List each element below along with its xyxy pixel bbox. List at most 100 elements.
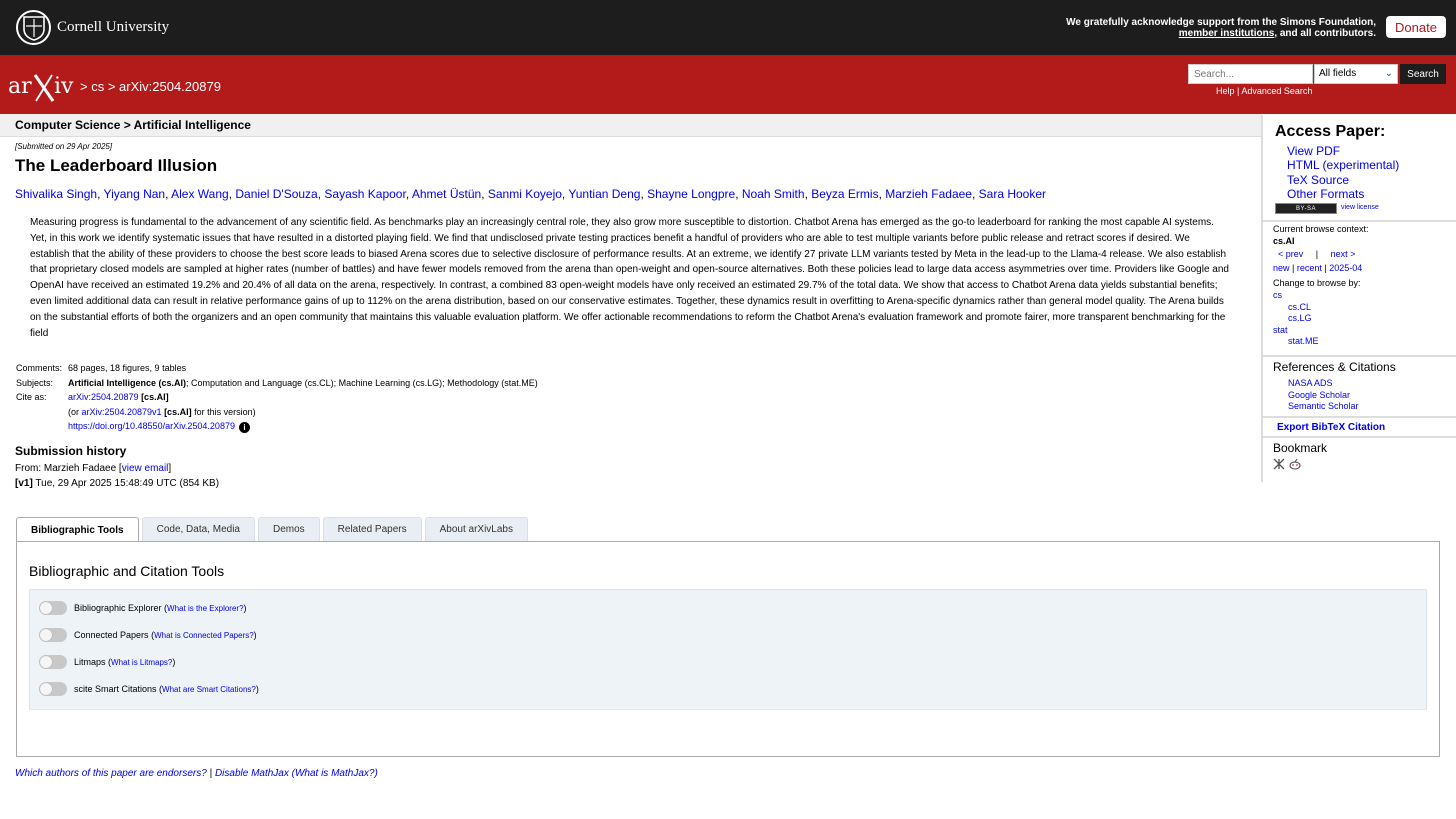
new-link[interactable]: new xyxy=(1273,263,1290,273)
bibsonomy-icon[interactable] xyxy=(1273,458,1285,470)
tools-title: Bibliographic and Citation Tools xyxy=(29,563,225,579)
member-institutions-link[interactable]: member institutions xyxy=(1179,28,1275,39)
arxiv-logo[interactable]: ar iv xyxy=(8,69,78,103)
cite-version-link[interactable]: arXiv:2504.20879v1 xyxy=(82,407,162,417)
author-link[interactable]: Shivalika Singh xyxy=(15,187,97,201)
author-link[interactable]: Sara Hooker xyxy=(979,187,1046,201)
labs-tabs: Bibliographic Tools Code, Data, Media De… xyxy=(16,517,531,542)
export-section: Export BibTeX Citation xyxy=(1263,418,1456,438)
author-link[interactable]: Beyza Ermis xyxy=(811,187,878,201)
tab-panel: Bibliographic and Citation Tools Bibliog… xyxy=(16,541,1440,757)
author-link[interactable]: Alex Wang xyxy=(171,187,229,201)
author-link[interactable]: Marzieh Fadaee xyxy=(885,187,972,201)
next-link[interactable]: next > xyxy=(1331,249,1356,259)
tool-row: Connected Papers (What is Connected Pape… xyxy=(39,628,257,642)
bookmark-section: Bookmark xyxy=(1273,441,1327,470)
tool-row: Bibliographic Explorer (What is the Expl… xyxy=(39,601,247,615)
references-title: References & Citations xyxy=(1273,360,1396,374)
prev-link[interactable]: < prev xyxy=(1278,249,1303,259)
view-email-link[interactable]: view email xyxy=(122,463,169,474)
browse-cs-link[interactable]: cs xyxy=(1273,290,1369,302)
paper-title: The Leaderboard Illusion xyxy=(15,156,218,175)
submission-history-title: Submission history xyxy=(15,444,127,458)
donate-button[interactable]: Donate xyxy=(1386,16,1446,38)
version-v1: [v1] Tue, 29 Apr 2025 15:48:49 UTC (854 … xyxy=(15,478,220,489)
cite-id-link[interactable]: arXiv:2504.20879 xyxy=(68,392,139,402)
view-license-link[interactable]: view license xyxy=(1341,204,1379,211)
scite-toggle[interactable] xyxy=(39,682,67,696)
endorsers-link[interactable]: Which authors of this paper are endorser… xyxy=(15,768,207,779)
search-input[interactable] xyxy=(1188,64,1313,84)
month-link[interactable]: 2025-04 xyxy=(1329,263,1362,273)
tool-row: scite Smart Citations (What are Smart Ci… xyxy=(39,682,259,696)
disable-mathjax-link[interactable]: Disable MathJax xyxy=(215,768,289,779)
recent-link[interactable]: recent xyxy=(1297,263,1322,273)
access-paper-section: Access Paper: View PDF HTML (experimenta… xyxy=(1263,115,1456,222)
help-link[interactable]: Help xyxy=(1216,86,1235,96)
view-pdf-link[interactable]: View PDF xyxy=(1287,144,1399,158)
svg-text:iv: iv xyxy=(54,74,74,99)
google-scholar-link[interactable]: Google Scholar xyxy=(1288,390,1359,402)
what-is-link[interactable]: What is Connected Papers? xyxy=(154,631,254,640)
what-is-link[interactable]: What is Litmaps? xyxy=(111,658,172,667)
bookmark-title: Bookmark xyxy=(1273,441,1328,455)
author-link[interactable]: Ahmet Üstün xyxy=(412,187,481,201)
tab-code-data-media[interactable]: Code, Data, Media xyxy=(141,517,255,541)
search-button[interactable]: Search xyxy=(1400,64,1446,84)
breadcrumb[interactable]: > cs > arXiv:2504.20879 xyxy=(80,79,221,94)
what-is-mathjax-link[interactable]: (What is MathJax?) xyxy=(292,768,378,779)
author-link[interactable]: Sanmi Koyejo xyxy=(488,187,562,201)
cc-license-badge[interactable]: BY-SA xyxy=(1275,203,1337,214)
comments-value: 68 pages, 18 figures, 9 tables xyxy=(68,363,187,373)
author-list: Shivalika Singh, Yiyang Nan, Alex Wang, … xyxy=(15,187,1047,201)
tool-row: Litmaps (What is Litmaps?) xyxy=(39,655,175,669)
bibliographic-explorer-toggle[interactable] xyxy=(39,601,67,615)
browse-cs-lg-link[interactable]: cs.LG xyxy=(1273,313,1369,325)
chevron-down-icon: ⌄ xyxy=(1384,68,1393,79)
info-icon[interactable]: i xyxy=(238,421,250,433)
nasa-ads-link[interactable]: NASA ADS xyxy=(1288,378,1359,390)
export-bibtex-link[interactable]: Export BibTeX Citation xyxy=(1277,422,1385,433)
submitted-date: [Submitted on 29 Apr 2025] xyxy=(15,142,113,151)
what-is-link[interactable]: What is the Explorer? xyxy=(167,604,243,613)
right-sidebar: Access Paper: View PDF HTML (experimenta… xyxy=(1261,115,1456,482)
author-link[interactable]: Yuntian Deng xyxy=(568,187,640,201)
browse-stat-link[interactable]: stat xyxy=(1273,325,1369,337)
connected-papers-toggle[interactable] xyxy=(39,628,67,642)
submission-from: From: Marzieh Fadaee [view email] xyxy=(15,463,172,474)
browse-stat-me-link[interactable]: stat.ME xyxy=(1273,336,1369,348)
metadata-table: Comments: 68 pages, 18 figures, 9 tables… xyxy=(16,363,538,433)
current-context: cs.AI xyxy=(1273,235,1295,246)
html-link[interactable]: HTML (experimental) xyxy=(1287,158,1399,172)
litmaps-toggle[interactable] xyxy=(39,655,67,669)
top-banner: Cornell University We gratefully acknowl… xyxy=(0,0,1456,55)
search-field-select[interactable]: All fields ⌄ xyxy=(1314,64,1398,84)
other-formats-link[interactable]: Other Formats xyxy=(1287,187,1399,201)
subjects-value: Artificial Intelligence (cs.AI); Computa… xyxy=(68,377,538,388)
what-is-link[interactable]: What are Smart Citations? xyxy=(162,685,256,694)
semantic-scholar-link[interactable]: Semantic Scholar xyxy=(1288,401,1359,413)
browse-context-section: Current browse context: cs.AI < prev | n… xyxy=(1263,222,1456,357)
tab-demos[interactable]: Demos xyxy=(257,517,320,541)
browse-cs-cl-link[interactable]: cs.CL xyxy=(1273,302,1369,314)
access-paper-title: Access Paper: xyxy=(1275,123,1386,140)
reddit-icon[interactable] xyxy=(1289,458,1301,470)
acknowledgement: We gratefully acknowledge support from t… xyxy=(1066,17,1376,39)
author-link[interactable]: Daniel D'Souza xyxy=(235,187,317,201)
help-links: Help | Advanced Search xyxy=(1216,86,1313,96)
footer-links: Which authors of this paper are endorser… xyxy=(15,768,378,779)
author-link[interactable]: Shayne Longpre xyxy=(647,187,735,201)
author-link[interactable]: Noah Smith xyxy=(742,187,805,201)
tex-source-link[interactable]: TeX Source xyxy=(1287,173,1399,187)
author-link[interactable]: Yiyang Nan xyxy=(104,187,166,201)
doi-link[interactable]: https://doi.org/10.48550/arXiv.2504.2087… xyxy=(68,421,235,431)
references-section: References & Citations NASA ADS Google S… xyxy=(1263,357,1456,418)
university-name: Cornell University xyxy=(57,19,170,35)
tab-related-papers[interactable]: Related Papers xyxy=(322,517,422,541)
author-link[interactable]: Sayash Kapoor xyxy=(324,187,405,201)
cornell-logo[interactable]: Cornell University xyxy=(16,10,169,45)
tab-bibliographic-tools[interactable]: Bibliographic Tools xyxy=(16,517,139,542)
svg-text:ar: ar xyxy=(8,74,32,99)
advanced-search-link[interactable]: Advanced Search xyxy=(1241,86,1312,96)
tab-about-arxivlabs[interactable]: About arXivLabs xyxy=(424,517,528,541)
